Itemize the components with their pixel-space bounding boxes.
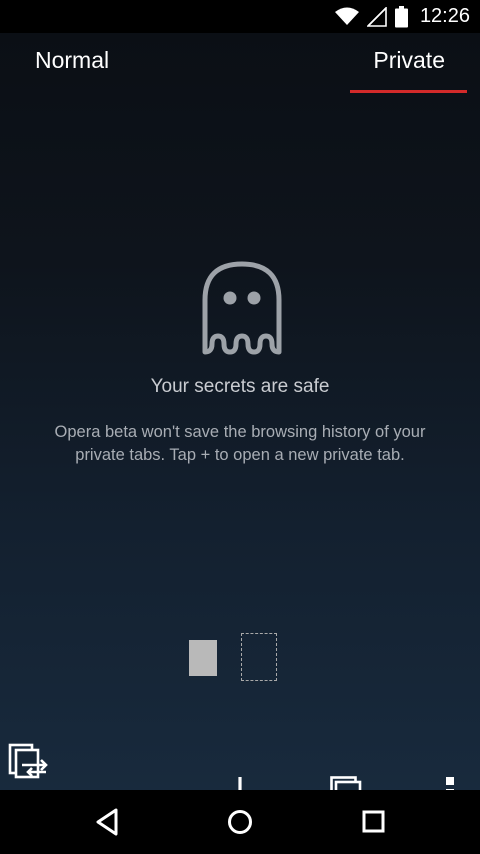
battery-icon: [394, 5, 408, 27]
empty-state-headline: Your secrets are safe: [150, 376, 330, 397]
system-nav-bar: [0, 790, 480, 854]
status-icons: 12:26: [334, 0, 470, 33]
page-indicator-empty: [241, 633, 277, 681]
cell-signal-icon: [366, 6, 387, 27]
bottom-toolbar: 1: [0, 733, 480, 810]
recents-square-icon[interactable]: [360, 806, 388, 838]
empty-state-description: Opera beta won't save the browsing histo…: [54, 423, 426, 464]
tab-private[interactable]: Private: [373, 47, 445, 74]
wifi-icon: [334, 7, 359, 25]
switch-tabs-icon[interactable]: [8, 743, 48, 779]
private-tabs-screen: Normal Private Your secrets are safe Ope…: [0, 33, 480, 810]
status-time: 12:26: [419, 5, 470, 27]
ghost-icon: [202, 261, 282, 355]
tab-normal[interactable]: Normal: [35, 47, 109, 74]
status-bar: 12:26: [0, 0, 480, 33]
page-indicator-current: [189, 640, 217, 676]
home-circle-icon[interactable]: [226, 806, 254, 838]
back-triangle-icon[interactable]: [94, 806, 122, 838]
active-tab-indicator: [350, 90, 467, 93]
page-indicator: [0, 633, 480, 683]
tab-bar: Normal Private: [0, 33, 480, 95]
